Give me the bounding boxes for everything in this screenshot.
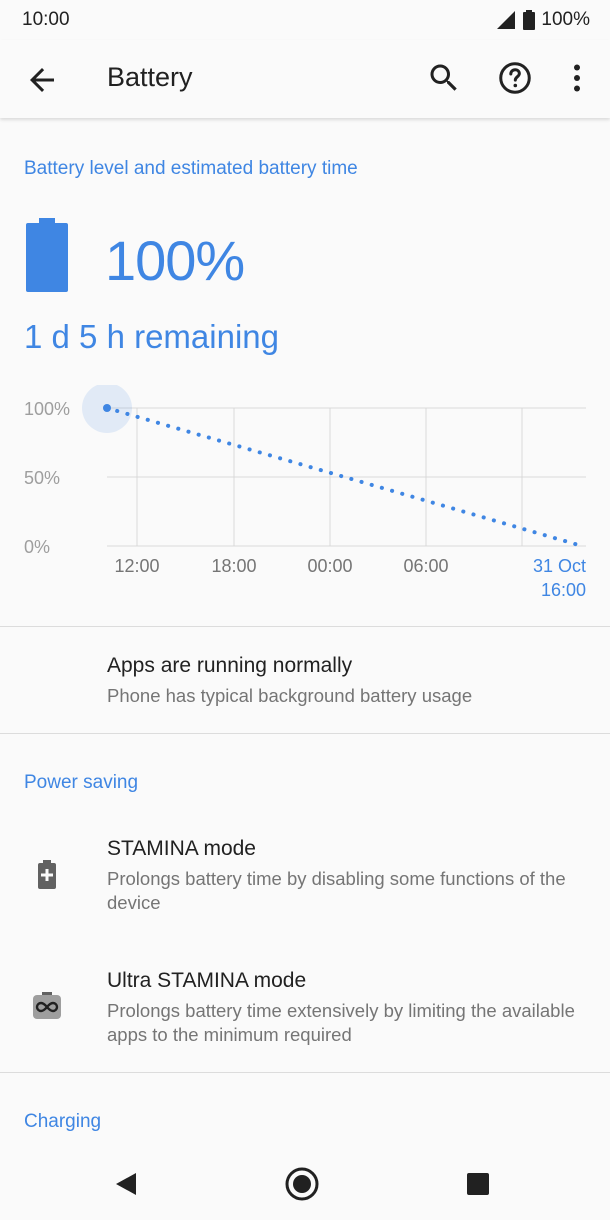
divider [0,626,610,627]
chart-y-tick-label: 0% [24,537,50,557]
battery-plus-icon [38,860,56,889]
chart-end-label: 31 Oct [533,556,586,576]
charging-heading: Charging [24,1111,102,1132]
divider [0,733,610,734]
stamina-mode-subtitle: Prolongs battery time by disabling some … [107,868,566,913]
arrow-back-icon[interactable] [24,62,60,98]
chart-x-tick-label: 18:00 [211,556,256,576]
status-bar: 10:00 100% [0,0,610,40]
chart-y-tick-label: 100% [24,399,70,419]
more-vert-icon[interactable] [559,60,595,96]
ultra-stamina-mode-subtitle: Prolongs battery time extensively by lim… [107,1000,575,1045]
navigation-bar [0,1148,610,1220]
battery-percent: 100% [105,229,245,292]
nav-recents-icon[interactable] [458,1164,498,1204]
infinity-battery-icon [33,992,61,1019]
status-icons: 100% [497,9,590,31]
nav-home-icon[interactable] [282,1164,322,1204]
signal-icon [497,11,516,29]
remaining-time: 1 d 5 h remaining [24,318,279,355]
divider [0,1072,610,1073]
battery-chart: 100% 50% 0% 12:00 18:00 00:00 06:00 31 Oct 16:00 [24,385,586,600]
status-battery-text: 100% [541,9,590,30]
chart-x-tick-label: 00:00 [307,556,352,576]
chart-x-tick-label: 12:00 [114,556,159,576]
chart-x-tick-label: 06:00 [403,556,448,576]
battery-full-icon [26,218,68,292]
help-icon[interactable] [497,60,533,96]
search-icon[interactable] [426,60,462,96]
status-time: 10:00 [22,9,70,30]
battery-section-heading: Battery level and estimated battery time [24,158,358,179]
ultra-stamina-mode-title: Ultra STAMINA mode [107,969,307,992]
apps-status-title: Apps are running normally [107,654,353,677]
power-saving-heading: Power saving [24,772,139,793]
apps-status-subtitle: Phone has typical background battery usa… [107,685,473,706]
nav-back-icon[interactable] [106,1164,146,1204]
app-bar: Battery [0,40,610,118]
chart-end-label: 16:00 [541,580,586,600]
chart-y-tick-label: 50% [24,468,60,488]
page-title: Battery [107,62,193,92]
stamina-mode-title: STAMINA mode [107,837,256,860]
battery-status-icon [523,10,536,30]
